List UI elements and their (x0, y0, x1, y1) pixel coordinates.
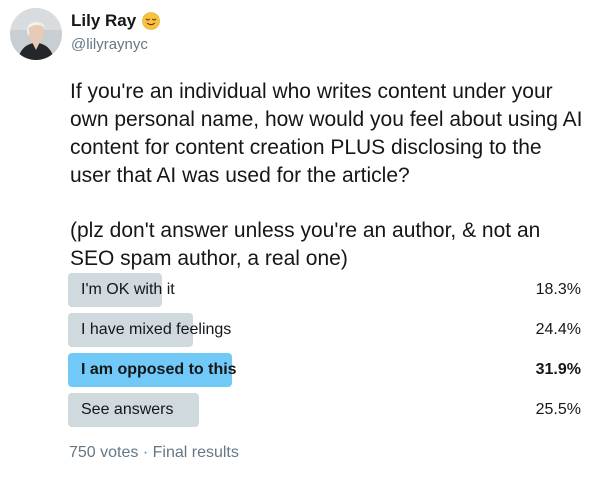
poll-option-percent: 18.3% (535, 281, 581, 298)
author-display-name[interactable]: Lily Ray (71, 11, 136, 31)
poll-option[interactable]: I am opposed to this 31.9% (68, 353, 583, 387)
avatar[interactable] (10, 8, 62, 60)
avatar-image (10, 8, 62, 60)
poll-footer: 750 votes · Final results (69, 443, 239, 463)
poll-footer-separator: · (142, 444, 149, 461)
poll-option-label: See answers (81, 401, 174, 418)
poll-option-label: I'm OK with it (81, 281, 175, 298)
poll-option[interactable]: I have mixed feelings 24.4% (68, 313, 583, 347)
poll-status: Final results (152, 444, 239, 461)
poll-option-label: I am opposed to this (81, 361, 237, 378)
tweet: Lily Ray @lilyraynyc If you're an indivi… (0, 0, 594, 488)
poll-option-percent: 25.5% (535, 401, 581, 418)
poll-option[interactable]: See answers 25.5% (68, 393, 583, 427)
poll-option-label: I have mixed feelings (81, 321, 232, 338)
tweet-paragraph-question: If you're an individual who writes conte… (70, 80, 583, 187)
tweet-text: If you're an individual who writes conte… (70, 78, 585, 273)
poll-option[interactable]: I'm OK with it 18.3% (68, 273, 583, 307)
tweet-paragraph-note: (plz don't answer unless you're an autho… (70, 219, 541, 270)
poll-vote-count: 750 votes (69, 444, 139, 461)
author-name-row: Lily Ray (71, 11, 161, 31)
relieved-face-emoji-icon (142, 12, 161, 30)
poll: I'm OK with it 18.3% I have mixed feelin… (68, 273, 583, 433)
author-handle[interactable]: @lilyraynyc (71, 36, 148, 54)
poll-option-percent: 31.9% (535, 361, 581, 378)
poll-option-percent: 24.4% (535, 321, 581, 338)
